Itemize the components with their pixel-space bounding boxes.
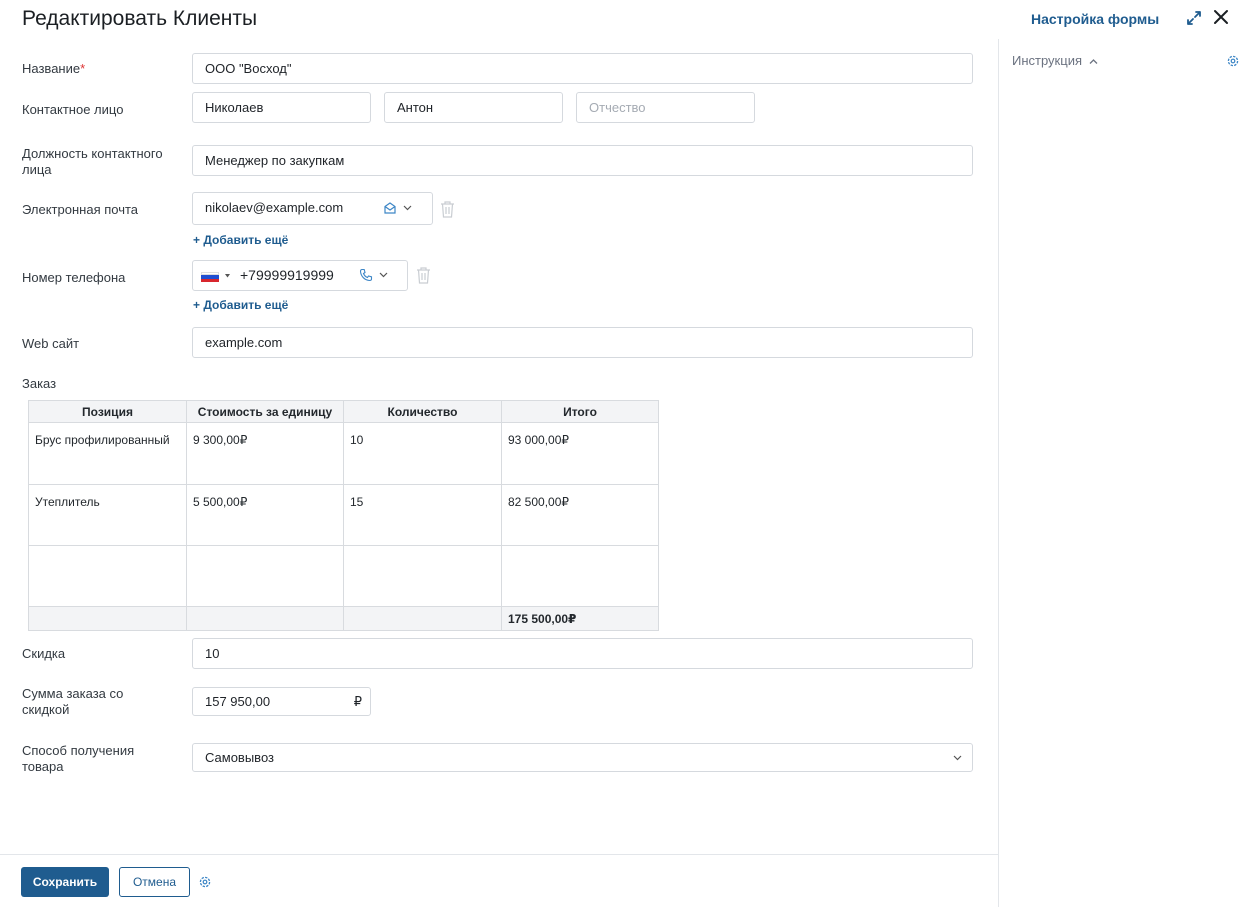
middle-name-input[interactable]: Отчество <box>576 92 755 123</box>
delivery-select[interactable]: Самовывоз <box>192 743 973 772</box>
email-value: nikolaev@example.com <box>205 200 344 215</box>
table-cell[interactable] <box>28 545 187 607</box>
form-settings-link[interactable]: Настройка формы <box>1031 11 1159 27</box>
table-cell[interactable] <box>343 545 502 607</box>
email-input[interactable]: nikolaev@example.com <box>192 192 433 225</box>
add-phone-link[interactable]: + Добавить ещё <box>193 298 288 312</box>
table-cell: 93 000,00₽ <box>501 422 659 485</box>
table-cell[interactable]: Брус профилированный <box>28 422 187 485</box>
gear-icon[interactable] <box>1226 54 1240 68</box>
order-table: Позиция Стоимость за единицу Количество … <box>28 400 659 631</box>
table-cell <box>343 606 502 631</box>
table-cell[interactable]: 10 <box>343 422 502 485</box>
table-cell[interactable]: 5 500,00₽ <box>186 484 344 546</box>
phone-input[interactable]: +79999919999 <box>192 260 408 291</box>
first-name-input[interactable]: Антон <box>384 92 563 123</box>
table-cell: 82 500,00₽ <box>501 484 659 546</box>
name-label: Название* <box>22 61 86 76</box>
add-email-link[interactable]: + Добавить ещё <box>193 233 288 247</box>
email-type-icon[interactable] <box>383 201 397 215</box>
position-label: Должность контактного лица <box>22 146 163 177</box>
website-input[interactable]: example.com <box>192 327 973 358</box>
instruction-toggle[interactable]: Инструкция <box>1012 53 1098 68</box>
sum-discount-label: Сумма заказа со скидкой <box>22 686 124 717</box>
expand-icon[interactable] <box>1185 9 1203 27</box>
discount-label: Скидка <box>22 646 66 661</box>
table-cell[interactable]: Утеплитель <box>28 484 187 546</box>
last-name-input[interactable]: Николаев <box>192 92 371 123</box>
trash-icon[interactable] <box>440 201 455 218</box>
phone-value: +79999919999 <box>240 267 334 283</box>
table-cell <box>186 606 344 631</box>
table-cell <box>28 606 187 631</box>
chevron-down-icon[interactable] <box>379 272 388 278</box>
sum-discount-value: 157 950,00 <box>205 694 271 709</box>
gear-icon[interactable] <box>198 875 212 889</box>
column-header[interactable]: Количество <box>343 400 502 423</box>
save-button[interactable]: Сохранить <box>21 867 109 897</box>
table-row: Брус профилированный 9 300,00₽ 10 93 000… <box>28 422 659 485</box>
table-cell[interactable] <box>186 545 344 607</box>
email-label: Электронная почта <box>22 202 139 217</box>
table-header-row: Позиция Стоимость за единицу Количество … <box>28 400 659 423</box>
flag-ru-icon[interactable] <box>201 272 219 282</box>
website-label: Web сайт <box>22 336 80 351</box>
chevron-up-icon <box>1089 59 1098 65</box>
instruction-panel: Инструкция <box>998 39 1254 907</box>
column-header[interactable]: Итого <box>501 400 659 423</box>
position-input[interactable]: Менеджер по закупкам <box>192 145 973 176</box>
table-row <box>28 545 659 607</box>
page-title: Редактировать Клиенты <box>22 7 258 30</box>
contact-label: Контактное лицо <box>22 102 124 117</box>
column-header[interactable]: Позиция <box>28 400 187 423</box>
table-cell[interactable]: 9 300,00₽ <box>186 422 344 485</box>
footer-divider <box>0 854 998 855</box>
table-cell <box>501 545 659 607</box>
cancel-button[interactable]: Отмена <box>119 867 190 897</box>
instruction-title: Инструкция <box>1012 53 1082 68</box>
required-mark: * <box>80 61 86 76</box>
sum-discount-input[interactable]: 157 950,00 ₽ <box>192 687 371 716</box>
table-cell[interactable]: 15 <box>343 484 502 546</box>
currency-symbol: ₽ <box>353 694 362 709</box>
chevron-down-icon[interactable] <box>953 755 962 761</box>
phone-label: Номер телефона <box>22 270 126 285</box>
phone-icon[interactable] <box>359 268 373 282</box>
trash-icon[interactable] <box>416 267 431 284</box>
discount-input[interactable]: 10 <box>192 638 973 669</box>
column-header[interactable]: Стоимость за единицу <box>186 400 344 423</box>
order-total: 175 500,00₽ <box>501 606 659 631</box>
order-label: Заказ <box>22 376 57 391</box>
name-input[interactable]: ООО "Восход" <box>192 53 973 84</box>
delivery-value: Самовывоз <box>205 750 274 765</box>
close-icon[interactable] <box>1211 7 1231 27</box>
caret-down-icon[interactable] <box>225 274 230 278</box>
table-row: Утеплитель 5 500,00₽ 15 82 500,00₽ <box>28 484 659 546</box>
chevron-down-icon[interactable] <box>403 205 412 211</box>
table-total-row: 175 500,00₽ <box>28 606 659 631</box>
delivery-label: Способ получения товара <box>22 743 135 774</box>
